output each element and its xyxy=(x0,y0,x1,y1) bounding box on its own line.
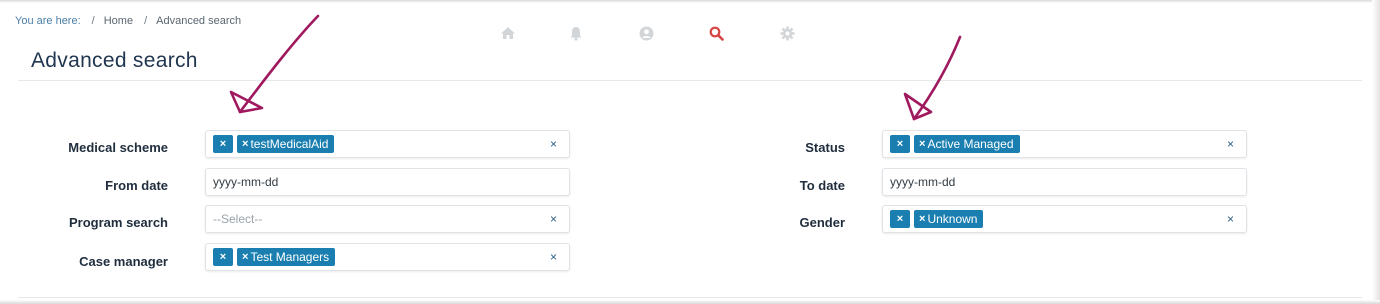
status-select[interactable]: × × Active Managed × xyxy=(882,130,1247,158)
remove-tag-icon[interactable]: × xyxy=(242,138,248,150)
to-date-value: yyyy-mm-dd xyxy=(890,175,956,189)
program-search-label: Program search xyxy=(69,215,168,230)
gender-select[interactable]: × × Unknown × xyxy=(882,205,1247,233)
program-search-select[interactable]: --Select-- × xyxy=(205,205,570,233)
annotation-arrow-right xyxy=(903,35,962,121)
right-edge-shadow xyxy=(1372,0,1380,304)
medical-scheme-select[interactable]: × × testMedicalAid × xyxy=(205,130,570,158)
bottom-divider xyxy=(18,297,1362,298)
program-search-placeholder: --Select-- xyxy=(213,212,263,226)
from-date-label: From date xyxy=(105,178,168,193)
to-date-label: To date xyxy=(799,178,845,193)
remove-tag-icon[interactable]: × xyxy=(919,138,925,150)
remove-tag-icon[interactable]: × xyxy=(919,213,925,225)
bottom-edge-shadow xyxy=(0,300,1380,304)
remove-tag-icon[interactable]: × xyxy=(242,251,248,263)
to-date-input[interactable]: yyyy-mm-dd xyxy=(882,168,1247,196)
selected-tag: × Active Managed xyxy=(914,135,1020,153)
top-toolbar xyxy=(0,24,1380,42)
selected-tag: × Unknown xyxy=(914,210,984,228)
home-icon[interactable] xyxy=(499,24,517,42)
status-label: Status xyxy=(805,140,845,155)
gender-label: Gender xyxy=(799,215,845,230)
clear-all-tags-button[interactable]: × xyxy=(213,135,233,153)
clear-all-tags-button[interactable]: × xyxy=(890,135,910,153)
gear-icon[interactable] xyxy=(778,24,796,42)
tag-label: Active Managed xyxy=(927,137,1014,151)
from-date-value: yyyy-mm-dd xyxy=(213,175,279,189)
bell-icon[interactable] xyxy=(567,24,585,42)
clear-all-tags-button[interactable]: × xyxy=(213,248,233,266)
selected-tag: × testMedicalAid xyxy=(237,135,335,153)
tag-label: testMedicalAid xyxy=(250,137,329,151)
page-title: Advanced search xyxy=(31,49,198,72)
top-shadow xyxy=(0,0,1380,3)
from-date-input[interactable]: yyyy-mm-dd xyxy=(205,168,570,196)
page-frame: You are here: / Home / Advanced search A… xyxy=(0,0,1380,304)
title-divider xyxy=(18,80,1362,81)
case-manager-label: Case manager xyxy=(79,254,168,269)
clear-selection-button[interactable]: × xyxy=(550,212,557,226)
case-manager-select[interactable]: × × Test Managers × xyxy=(205,243,570,271)
search-icon[interactable] xyxy=(707,24,725,42)
clear-selection-button[interactable]: × xyxy=(550,250,557,264)
user-circle-icon[interactable] xyxy=(637,24,655,42)
clear-selection-button[interactable]: × xyxy=(1227,137,1234,151)
tag-label: Unknown xyxy=(927,212,978,226)
clear-all-tags-button[interactable]: × xyxy=(890,210,910,228)
selected-tag: × Test Managers xyxy=(237,248,336,266)
clear-selection-button[interactable]: × xyxy=(550,137,557,151)
clear-selection-button[interactable]: × xyxy=(1227,212,1234,226)
medical-scheme-label: Medical scheme xyxy=(68,140,168,155)
tag-label: Test Managers xyxy=(250,250,330,264)
